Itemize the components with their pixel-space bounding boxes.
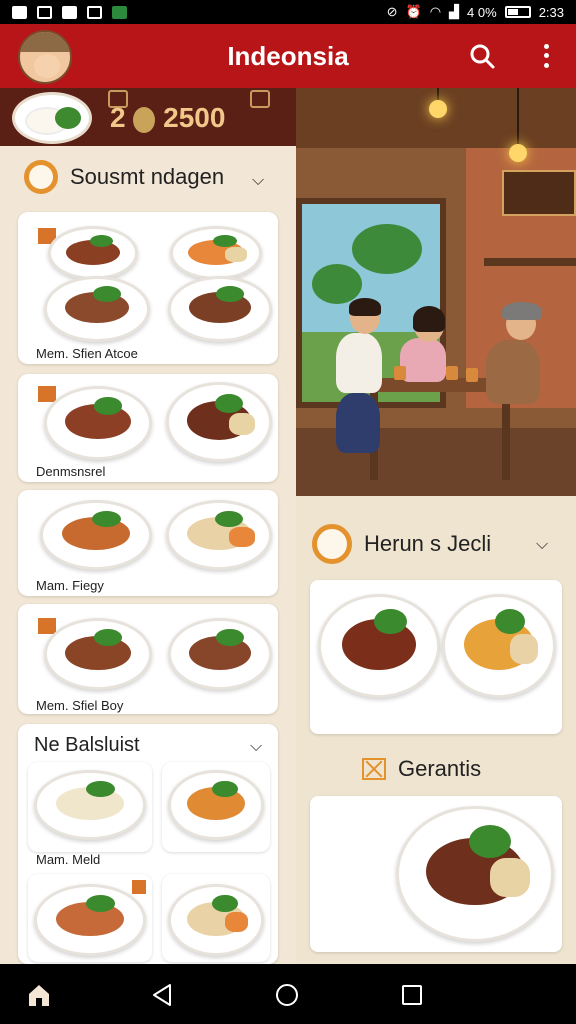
rice-plate-image [12,92,92,144]
clock: 2:33 [538,4,564,20]
alarm-icon: ⏰ [405,4,422,19]
app-bar: Indeonsia [0,24,576,88]
person-figure [336,333,382,393]
notification-icon [12,5,27,19]
person-figure [486,340,540,404]
section-header-4[interactable]: Gerantis [362,756,481,782]
home-icon[interactable] [26,982,52,1008]
tag-icon [38,386,56,402]
ring-icon [24,160,58,194]
card-label: Mam. Meld [36,852,101,867]
menu-card[interactable]: Mem. Sfien Atcoe [18,212,278,364]
card-label: Mem. Sfien Atcoe [36,346,138,361]
person-figure [400,338,446,382]
search-icon[interactable] [468,42,496,70]
back-icon[interactable] [150,982,174,1008]
menu-card[interactable]: Mam. Fiegy [18,490,278,596]
dish-image [396,806,554,942]
recents-icon[interactable] [402,985,422,1005]
dish-image [318,594,440,698]
dish-image [168,884,264,956]
left-column: 2 2500 Sousmt ndagen ⌵ Mem. Sfien Atcoe … [0,88,296,964]
message-notification-icon [87,5,102,19]
dish-card[interactable] [28,874,152,962]
dnd-icon: ⊘ [386,4,398,19]
dish-card[interactable] [162,874,270,962]
section-title: Herun s Jecli [364,531,492,556]
home-circle-icon[interactable] [276,984,298,1006]
app-notification-icon [62,5,77,19]
dish-image [34,884,146,956]
signboard-shape [502,170,576,216]
dish-image [34,770,146,840]
n-notification-icon [112,5,127,19]
dish-image [168,770,264,840]
section-header-3[interactable]: Herun s Jecli [312,524,491,564]
image-notification-icon [37,5,52,19]
menu-card[interactable]: Denmsnsrel [18,374,278,482]
status-bar: ⊘ ⏰ ◠ ▟ 4 0% 2:33 [0,0,576,24]
section-title: Gerantis [398,756,482,781]
dish-image [442,594,556,698]
more-vert-icon[interactable] [536,42,556,70]
ring-icon [312,524,352,564]
chevron-down-icon[interactable]: ⌵ [252,172,264,190]
signal-icon: ▟ [449,4,460,19]
section-title: Sousmt ndagen [70,164,225,189]
points-value: 2500 [163,102,226,133]
dish-image [48,226,138,280]
featured-dish-card[interactable] [310,796,562,952]
dish-image [168,276,272,342]
dish-image [44,618,152,690]
points-prefix: 2 [110,102,126,133]
dish-image [166,500,272,570]
section-card-2: Ne Balsluist ⌵ Mam. Meld [18,724,278,964]
restaurant-illustration [296,88,576,496]
lamp-icon [509,144,527,162]
close-box-icon [362,758,386,780]
section-header-1[interactable]: Sousmt ndagen [24,160,224,194]
lamp-icon [429,100,447,118]
points-display: 2 2500 [110,102,225,134]
decor-icon [250,90,270,108]
chevron-down-icon[interactable]: ⌵ [536,536,548,554]
card-label: Mam. Fiegy [36,578,104,593]
dish-image [44,276,150,342]
dish-card[interactable] [162,762,270,852]
dish-image [170,226,262,280]
section-title: Ne Balsluist [34,734,140,756]
card-label: Mem. Sfiel Boy [36,698,124,713]
dish-image [44,386,152,460]
banner: 2 2500 [0,88,296,146]
tag-icon [132,880,146,894]
chevron-down-icon[interactable]: ⌵ [250,738,262,756]
dish-card[interactable] [28,762,152,852]
battery-text: 4 0% [467,4,497,20]
right-column: Herun s Jecli ⌵ Gerantis [296,88,576,964]
menu-card[interactable]: Mem. Sfiel Boy [18,604,278,714]
coin-icon [133,106,156,133]
dish-image [166,382,272,462]
dish-image [168,618,272,690]
card-label: Denmsnsrel [36,464,106,479]
battery-icon [504,6,531,18]
featured-dish-card[interactable] [310,580,562,734]
dish-image [40,500,152,570]
wifi-icon: ◠ [429,4,442,19]
tag-icon [38,618,56,634]
system-nav-bar [0,964,576,1024]
section-header-2[interactable]: Ne Balsluist [34,734,140,757]
